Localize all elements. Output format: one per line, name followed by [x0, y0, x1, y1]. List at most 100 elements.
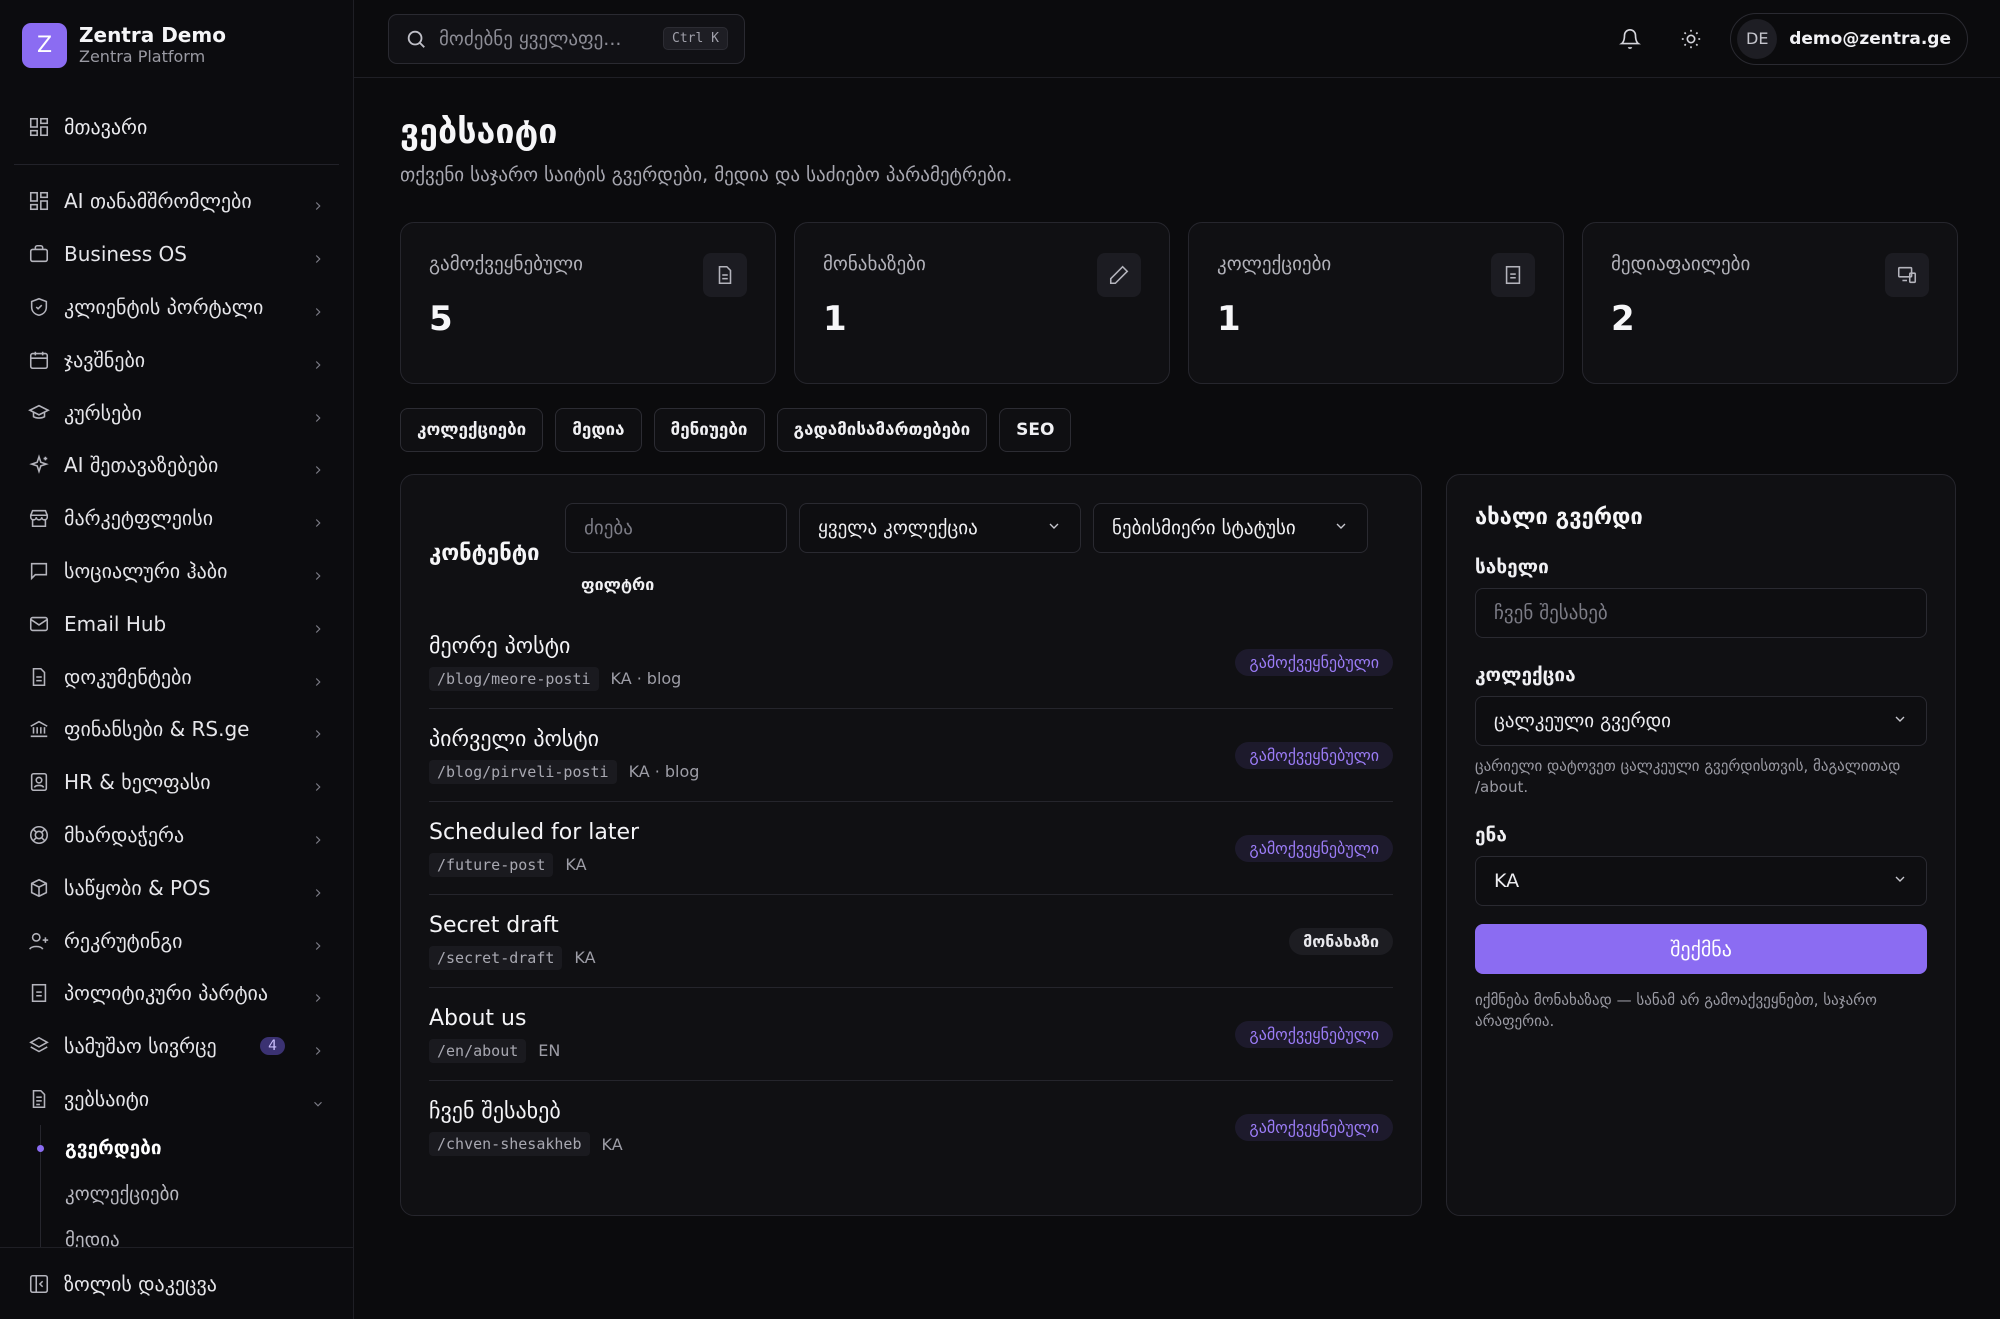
chevron-right-icon	[311, 564, 325, 580]
table-row[interactable]: Secret draft/secret-draft KA მონახაზი	[429, 895, 1393, 988]
chevron-right-icon	[311, 458, 325, 475]
sidebar-item-package[interactable]: საწყობი & POS	[0, 861, 353, 914]
collapse-sidebar-button[interactable]: ზოლის დაკეცვა	[0, 1247, 353, 1319]
table-row[interactable]: მეორე პოსტი/blog/meore-posti KA · blog გამოქ…	[429, 616, 1393, 709]
row-meta: /blog/pirveli-posti KA · blog	[429, 759, 1235, 784]
row-collection: blog	[664, 762, 700, 781]
draft-note: იქმნება მონახაზად — სანამ არ გამოაქვეყნე…	[1475, 991, 1877, 1030]
page-content: ვებსაიტი თქვენი საჯარო საიტის გვერდები, …	[354, 112, 2000, 1216]
row-title[interactable]: მეორე პოსტი	[429, 634, 1235, 659]
sidebar-item-shield[interactable]: კლიენტის პორტალი	[0, 281, 353, 334]
language-label: ენა	[1475, 824, 1507, 846]
sidebar-item-user-plus[interactable]: რეკრუტინგი	[0, 914, 353, 967]
chevron-right-icon	[311, 986, 325, 1003]
tab-button[interactable]: გადამისამართებები	[776, 408, 988, 452]
tab-button[interactable]: მედია	[555, 408, 642, 452]
id-badge-icon	[28, 771, 50, 793]
content-search-input[interactable]: ძიება	[565, 503, 787, 553]
row-title[interactable]: პირველი პოსტი	[429, 727, 1235, 752]
stat-value: 5	[429, 299, 453, 339]
tab-button[interactable]: SEO	[999, 408, 1072, 452]
sidebar-item-store[interactable]: მარკეტფლეისი	[0, 492, 353, 545]
sidebar-subnav-website: გვერდები კოლექციები მედია	[37, 1125, 353, 1264]
language-select[interactable]: KA	[1475, 856, 1927, 906]
row-title[interactable]: ჩვენ შესახებ	[429, 1099, 1235, 1124]
sidebar-item-label: AI შეთავაზებები	[64, 453, 219, 478]
stat-card: მედიაფაილები 2	[1582, 222, 1958, 384]
stat-card: კოლექციები 1	[1188, 222, 1564, 384]
chevron-right-icon	[311, 722, 325, 739]
chevron-right-icon	[311, 670, 325, 686]
tab-button[interactable]: კოლექციები	[400, 408, 544, 452]
user-menu[interactable]: DE demo@zentra.ge	[1730, 12, 1968, 65]
user-email: demo@zentra.ge	[1789, 28, 1951, 49]
stats-row: გამოქვეყნებული 5 მონახაზები 1 კოლექციები 1 მედ…	[400, 222, 1958, 384]
user-plus-icon	[28, 930, 50, 952]
chevron-right-icon	[311, 300, 325, 316]
row-title[interactable]: Secret draft	[429, 913, 1289, 938]
notifications-button[interactable]	[1608, 17, 1652, 61]
building-icon	[1491, 253, 1535, 297]
sidebar-item-label: რეკრუტინგი	[64, 928, 183, 953]
sidebar-item-building[interactable]: პოლიტიკური პარტია	[0, 967, 353, 1020]
filter-button[interactable]: ფილტრი	[581, 575, 1368, 594]
layers-icon	[28, 1035, 50, 1057]
sidebar-item-briefcase[interactable]: Business OS	[0, 228, 353, 281]
sidebar-item-file-text[interactable]: ვებსაიტი	[0, 1073, 353, 1126]
table-row[interactable]: პირველი პოსტი/blog/pirveli-posti KA · blog გ…	[429, 709, 1393, 802]
page-name-input[interactable]: ჩვენ შესახებ	[1475, 588, 1927, 638]
sidebar-item-label: კლიენტის პორტალი	[64, 294, 264, 319]
row-language: KA	[628, 762, 650, 781]
grid-icon	[28, 190, 50, 212]
sidebar-item-sparkles[interactable]: AI შეთავაზებები	[0, 439, 353, 492]
sidebar-item-graduation-cap[interactable]: კურსები	[0, 386, 353, 439]
brand[interactable]: Z Zentra Demo Zentra Platform	[0, 0, 353, 90]
chevron-down-icon	[1892, 710, 1908, 732]
sidebar-item-id-badge[interactable]: HR & ხელფასი	[0, 756, 353, 809]
new-page-panel: ახალი გვერდი სახელი ჩვენ შესახებ კოლექცი…	[1446, 474, 1956, 1216]
bell-icon	[1619, 28, 1642, 49]
sidebar-subitem[interactable]: კოლექციები	[41, 1171, 353, 1217]
sidebar-subitem[interactable]: გვერდები	[37, 1125, 353, 1171]
bank-icon	[28, 718, 50, 740]
theme-toggle-button[interactable]	[1669, 17, 1713, 61]
sidebar-item-file[interactable]: დოკუმენტები	[0, 650, 353, 703]
row-language: KA	[574, 948, 596, 967]
row-title[interactable]: Scheduled for later	[429, 820, 1235, 845]
sidebar-item-layers[interactable]: სამუშაო სივრცე 4	[0, 1020, 353, 1073]
status-badge: მონახაზი	[1289, 927, 1393, 955]
sidebar-item-home[interactable]: მთავარი	[0, 90, 353, 164]
sidebar-item-grid[interactable]: AI თანამშრომლები	[0, 175, 353, 228]
stat-label: კოლექციები	[1217, 253, 1332, 275]
sun-icon	[1682, 29, 1701, 48]
sidebar-nav: AI თანამშრომლები Business OS კლიენტის პორტ…	[0, 175, 353, 1125]
row-main: პირველი პოსტი/blog/pirveli-posti KA · blog	[429, 727, 1235, 784]
sidebar-item-label: ვებსაიტი	[64, 1086, 150, 1111]
row-language: KA	[565, 855, 587, 874]
sidebar-item-calendar[interactable]: ჯავშნები	[0, 333, 353, 386]
table-row[interactable]: ჩვენ შესახებ/chven-shesakheb KA გამოქვეყნე…	[429, 1081, 1393, 1174]
sidebar-item-label: Email Hub	[64, 611, 167, 636]
tab-button[interactable]: მენიუები	[653, 408, 765, 452]
create-page-button[interactable]: შექმნა	[1475, 924, 1927, 974]
row-title[interactable]: About us	[429, 1006, 1235, 1031]
status-badge: გამოქვეყნებული	[1235, 1114, 1393, 1141]
global-search[interactable]: მოძებნე ყველაფე... Ctrl K	[388, 13, 745, 64]
table-row[interactable]: Scheduled for later/future-post KA გამოქვე…	[429, 802, 1393, 895]
pencil-icon	[1097, 253, 1141, 297]
avatar: DE	[1737, 18, 1778, 59]
table-row[interactable]: About us/en/about EN გამოქვეყნებული	[429, 988, 1393, 1081]
file-text-icon	[28, 1088, 50, 1110]
status-filter-select[interactable]: ნებისმიერი სტატუსი	[1093, 503, 1368, 553]
sidebar-item-lifebuoy[interactable]: მხარდაჭერა	[0, 809, 353, 862]
status-filter-value: ნებისმიერი სტატუსი	[1112, 517, 1296, 539]
collection-filter-select[interactable]: ყველა კოლექცია	[799, 503, 1081, 553]
chevron-right-icon	[311, 406, 325, 422]
store-icon	[28, 507, 50, 529]
sidebar-item-bank[interactable]: ფინანსები & RS.ge	[0, 703, 353, 756]
sidebar-item-label: კურსები	[64, 400, 142, 425]
sidebar-item-message-square[interactable]: სოციალური ჰაბი	[0, 545, 353, 598]
row-slug: /en/about	[429, 1038, 527, 1063]
collection-select[interactable]: ცალკეული გვერდი	[1475, 696, 1927, 746]
sidebar-item-mail[interactable]: Email Hub	[0, 597, 353, 650]
